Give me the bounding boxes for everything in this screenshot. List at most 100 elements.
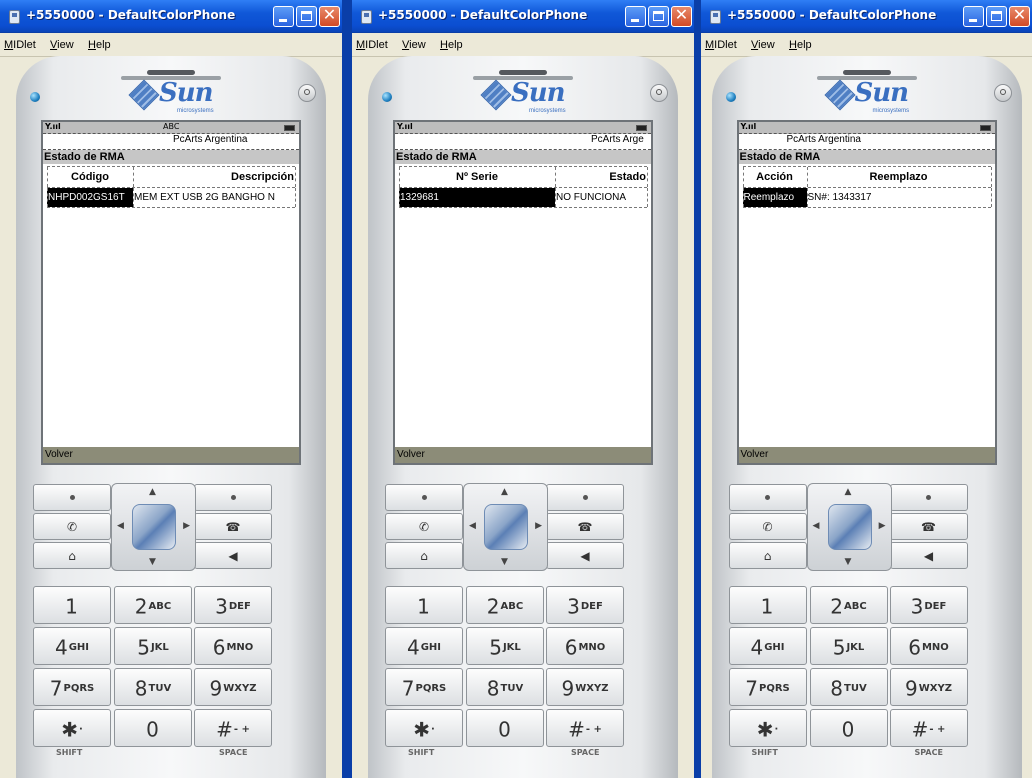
- left-soft-key[interactable]: [385, 484, 463, 511]
- softkey-left-label[interactable]: Volver: [397, 449, 425, 460]
- key-7[interactable]: 7PQRS: [385, 668, 463, 706]
- down-arrow-icon[interactable]: ▼: [845, 557, 852, 567]
- key-hash[interactable]: #- +: [889, 709, 968, 747]
- left-arrow-icon[interactable]: ◀: [813, 521, 820, 531]
- key-5[interactable]: 5JKL: [466, 627, 544, 665]
- power-button[interactable]: [650, 84, 668, 102]
- end-call-key[interactable]: ☎: [194, 513, 272, 540]
- up-arrow-icon[interactable]: ▲: [501, 487, 508, 497]
- right-soft-key[interactable]: [546, 484, 624, 511]
- key-5[interactable]: 5JKL: [809, 627, 888, 665]
- key-hash[interactable]: #- +: [546, 709, 624, 747]
- select-button[interactable]: [827, 504, 872, 550]
- call-key[interactable]: ✆: [728, 513, 807, 540]
- menu-view[interactable]: View: [751, 39, 775, 51]
- key-star[interactable]: ✱·: [385, 709, 463, 747]
- table-cell-selected[interactable]: NHPD002GS16T: [47, 188, 133, 207]
- up-arrow-icon[interactable]: ▲: [149, 487, 156, 497]
- menu-help[interactable]: Help: [88, 39, 111, 51]
- left-arrow-icon[interactable]: ◀: [469, 521, 476, 531]
- right-soft-key[interactable]: [889, 484, 968, 511]
- title-bar[interactable]: +5550000 - DefaultColorPhone ✕: [701, 0, 1032, 33]
- back-key[interactable]: ◀: [889, 542, 968, 569]
- down-arrow-icon[interactable]: ▼: [501, 557, 508, 567]
- key-7[interactable]: 7PQRS: [33, 668, 111, 706]
- select-button[interactable]: [484, 504, 528, 550]
- key-4[interactable]: 4GHI: [385, 627, 463, 665]
- key-0[interactable]: 0: [466, 709, 544, 747]
- menu-view[interactable]: View: [402, 39, 426, 51]
- back-key[interactable]: ◀: [546, 542, 624, 569]
- key-6[interactable]: 6MNO: [546, 627, 624, 665]
- table-row[interactable]: NHPD002GS16T MEM EXT USB 2G BANGHO N: [47, 188, 296, 208]
- navigation-dpad[interactable]: ▲ ▼ ◀ ▶: [111, 483, 196, 571]
- key-8[interactable]: 8TUV: [114, 668, 192, 706]
- end-call-key[interactable]: ☎: [889, 513, 968, 540]
- key-0[interactable]: 0: [809, 709, 888, 747]
- table-row[interactable]: Reemplazo SN#: 1343317: [742, 188, 992, 208]
- key-hash[interactable]: #- +: [194, 709, 272, 747]
- home-key[interactable]: ⌂: [728, 542, 807, 569]
- close-button[interactable]: ✕: [1009, 5, 1030, 27]
- key-4[interactable]: 4GHI: [728, 627, 807, 665]
- right-soft-key[interactable]: [194, 484, 272, 511]
- table-cell-selected[interactable]: Reemplazo: [742, 188, 807, 207]
- key-6[interactable]: 6MNO: [194, 627, 272, 665]
- left-soft-key[interactable]: [33, 484, 111, 511]
- key-0[interactable]: 0: [114, 709, 192, 747]
- key-3[interactable]: 3DEF: [546, 586, 624, 624]
- home-key[interactable]: ⌂: [385, 542, 463, 569]
- menu-midlet[interactable]: MIDlet: [705, 39, 737, 51]
- key-5[interactable]: 5JKL: [114, 627, 192, 665]
- minimize-button[interactable]: [273, 6, 294, 27]
- right-arrow-icon[interactable]: ▶: [535, 521, 542, 531]
- maximize-button[interactable]: [648, 6, 669, 27]
- table-row[interactable]: 1329681 NO FUNCIONA: [399, 188, 648, 208]
- home-key[interactable]: ⌂: [33, 542, 111, 569]
- select-button[interactable]: [132, 504, 176, 550]
- title-bar[interactable]: +5550000 - DefaultColorPhone ✕: [352, 0, 694, 33]
- key-6[interactable]: 6MNO: [889, 627, 968, 665]
- key-7[interactable]: 7PQRS: [728, 668, 807, 706]
- menu-midlet[interactable]: MIDlet: [4, 39, 36, 51]
- minimize-button[interactable]: [625, 6, 646, 27]
- left-soft-key[interactable]: [728, 484, 807, 511]
- power-button[interactable]: [993, 84, 1012, 102]
- key-3[interactable]: 3DEF: [889, 586, 968, 624]
- key-2[interactable]: 2ABC: [809, 586, 888, 624]
- menu-help[interactable]: Help: [789, 39, 812, 51]
- navigation-dpad[interactable]: ▲ ▼ ◀ ▶: [463, 483, 548, 571]
- key-9[interactable]: 9WXYZ: [194, 668, 272, 706]
- key-8[interactable]: 8TUV: [809, 668, 888, 706]
- right-arrow-icon[interactable]: ▶: [183, 521, 190, 531]
- softkey-left-label[interactable]: Volver: [741, 449, 769, 460]
- title-bar[interactable]: +5550000 - DefaultColorPhone ✕: [0, 0, 342, 33]
- end-call-key[interactable]: ☎: [546, 513, 624, 540]
- key-1[interactable]: 1: [33, 586, 111, 624]
- key-9[interactable]: 9WXYZ: [889, 668, 968, 706]
- down-arrow-icon[interactable]: ▼: [149, 557, 156, 567]
- key-1[interactable]: 1: [385, 586, 463, 624]
- maximize-button[interactable]: [296, 6, 317, 27]
- key-9[interactable]: 9WXYZ: [546, 668, 624, 706]
- back-key[interactable]: ◀: [194, 542, 272, 569]
- call-key[interactable]: ✆: [385, 513, 463, 540]
- softkey-left-label[interactable]: Volver: [45, 449, 73, 460]
- menu-midlet[interactable]: MIDlet: [356, 39, 388, 51]
- menu-view[interactable]: View: [50, 39, 74, 51]
- key-2[interactable]: 2ABC: [114, 586, 192, 624]
- key-4[interactable]: 4GHI: [33, 627, 111, 665]
- key-star[interactable]: ✱·: [728, 709, 807, 747]
- key-1[interactable]: 1: [728, 586, 807, 624]
- key-2[interactable]: 2ABC: [466, 586, 544, 624]
- maximize-button[interactable]: [986, 6, 1007, 27]
- call-key[interactable]: ✆: [33, 513, 111, 540]
- key-3[interactable]: 3DEF: [194, 586, 272, 624]
- navigation-dpad[interactable]: ▲ ▼ ◀ ▶: [806, 483, 892, 571]
- up-arrow-icon[interactable]: ▲: [845, 487, 852, 497]
- key-8[interactable]: 8TUV: [466, 668, 544, 706]
- minimize-button[interactable]: [963, 6, 984, 27]
- power-button[interactable]: [298, 84, 316, 102]
- close-button[interactable]: ✕: [319, 5, 340, 27]
- key-star[interactable]: ✱·: [33, 709, 111, 747]
